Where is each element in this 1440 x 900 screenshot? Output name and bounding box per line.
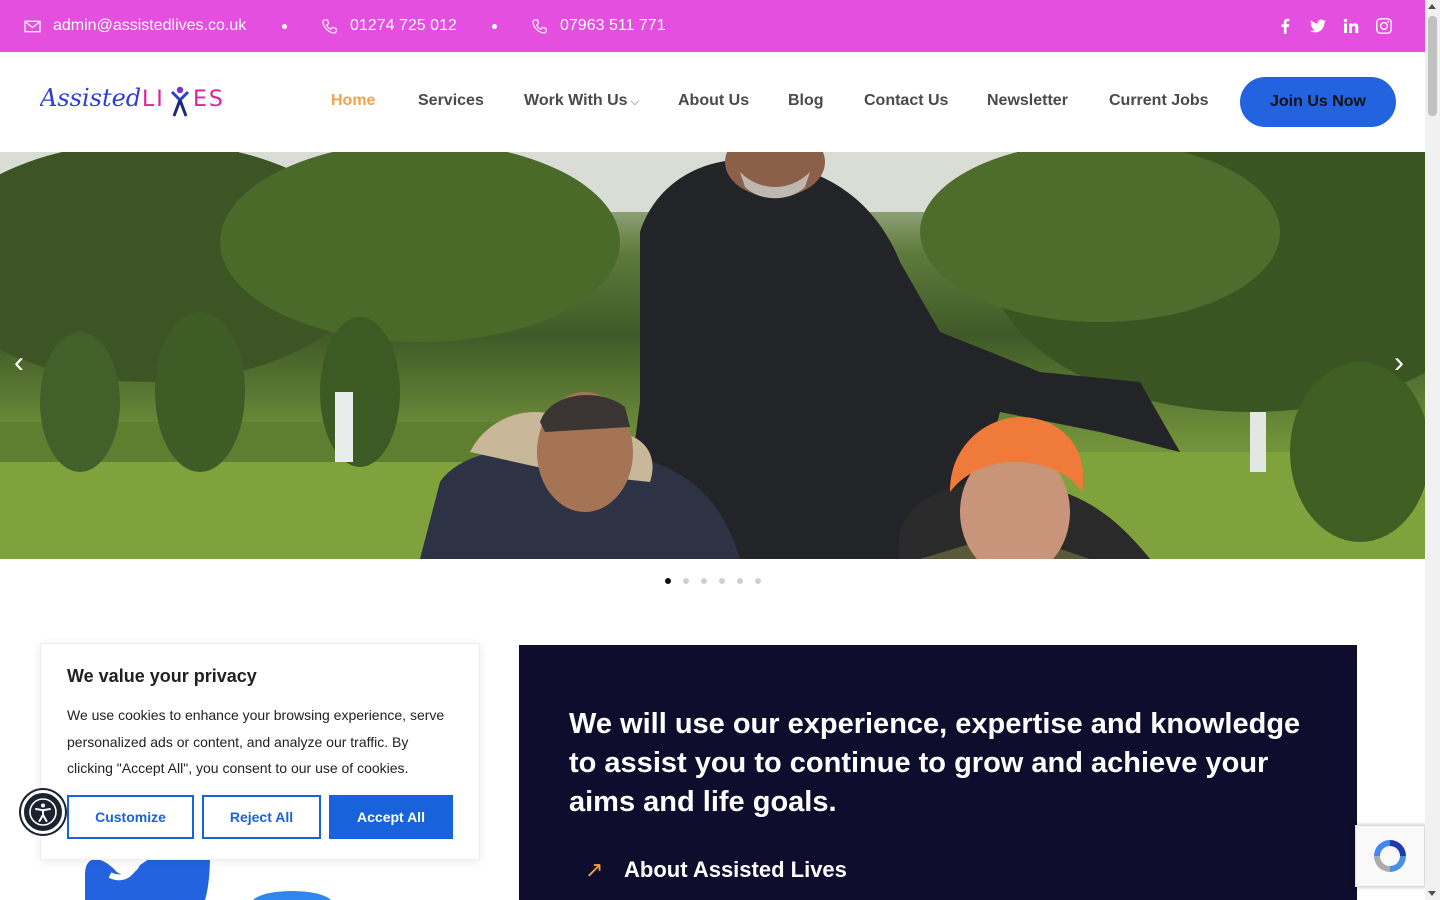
phone1-text: 01274 725 012 — [350, 17, 457, 34]
recaptcha-badge[interactable] — [1355, 825, 1425, 887]
site-header: Assisted LI ES Home Services Work With U… — [0, 52, 1425, 152]
accessibility-button[interactable] — [21, 790, 65, 834]
page: admin@assistedlives.co.uk 01274 725 012 … — [0, 0, 1440, 900]
recaptcha-icon — [1374, 840, 1406, 872]
phone-icon — [532, 18, 547, 34]
email-text: admin@assistedlives.co.uk — [53, 17, 247, 34]
slide-dot-6[interactable] — [755, 578, 761, 584]
twitter-icon[interactable] — [1307, 15, 1329, 37]
email-link[interactable]: admin@assistedlives.co.uk — [24, 0, 246, 52]
nav-work-with-us[interactable]: Work With Us ⌵ — [524, 92, 639, 110]
slide-dot-2[interactable] — [683, 578, 689, 584]
cookie-title: We value your privacy — [67, 666, 257, 686]
svg-text:Assisted: Assisted — [40, 84, 141, 112]
about-assisted-lives-link[interactable]: About Assisted Lives — [624, 857, 847, 883]
phone2-link[interactable]: 07963 511 771 — [531, 0, 666, 52]
scroll-thumb[interactable] — [1428, 16, 1437, 116]
decorative-shapes — [85, 855, 331, 900]
cookie-text: We use cookies to enhance your browsing … — [67, 707, 445, 776]
hero-slider: ‹ › — [0, 152, 1425, 559]
cookie-consent-banner: We value your privacy We use cookies to … — [40, 643, 480, 860]
facebook-icon[interactable] — [1274, 15, 1296, 37]
slider-prev-button[interactable]: ‹ — [14, 348, 24, 378]
slide-dot-1[interactable] — [665, 578, 671, 584]
phone2-text: 07963 511 771 — [560, 17, 666, 34]
accessibility-icon — [29, 798, 57, 826]
cookie-customize-button[interactable]: Customize — [67, 795, 194, 839]
nav-services[interactable]: Services — [418, 92, 484, 110]
separator-dot — [492, 24, 497, 29]
hero-image — [0, 152, 1425, 559]
scroll-up-arrow-icon[interactable] — [1428, 4, 1436, 9]
slide-dot-4[interactable] — [719, 578, 725, 584]
nav-about-us[interactable]: About Us — [678, 92, 749, 110]
svg-text:LI: LI — [142, 87, 165, 112]
phone-icon — [322, 18, 337, 34]
svg-text:ES: ES — [193, 87, 225, 112]
cookie-reject-button[interactable]: Reject All — [202, 795, 321, 839]
separator-dot — [282, 24, 287, 29]
intro-panel: We will use our experience, expertise an… — [519, 645, 1357, 900]
page-scrollbar[interactable] — [1425, 0, 1440, 900]
nav-blog[interactable]: Blog — [788, 92, 824, 110]
nav-work-with-us-label: Work With Us — [524, 92, 628, 109]
site-logo[interactable]: Assisted LI ES — [38, 82, 235, 124]
linkedin-icon[interactable] — [1340, 15, 1362, 37]
nav-contact-us[interactable]: Contact Us — [864, 92, 948, 110]
mail-icon — [24, 20, 41, 32]
arrow-up-right-icon: ↗ — [585, 857, 604, 882]
chevron-down-icon: ⌵ — [630, 96, 639, 108]
phone1-link[interactable]: 01274 725 012 — [321, 0, 457, 52]
scroll-down-arrow-icon[interactable] — [1428, 891, 1436, 896]
cookie-accept-button[interactable]: Accept All — [329, 795, 453, 839]
nav-newsletter[interactable]: Newsletter — [987, 92, 1068, 110]
instagram-icon[interactable] — [1373, 15, 1395, 37]
slider-pagination — [665, 578, 761, 584]
nav-home[interactable]: Home — [331, 92, 375, 110]
intro-heading: We will use our experience, expertise an… — [569, 708, 1301, 818]
slide-dot-3[interactable] — [701, 578, 707, 584]
join-us-button[interactable]: Join Us Now — [1240, 77, 1396, 127]
nav-current-jobs[interactable]: Current Jobs — [1109, 92, 1209, 110]
top-contact-bar: admin@assistedlives.co.uk 01274 725 012 … — [0, 0, 1425, 52]
slider-next-button[interactable]: › — [1394, 348, 1404, 378]
slide-dot-5[interactable] — [737, 578, 743, 584]
